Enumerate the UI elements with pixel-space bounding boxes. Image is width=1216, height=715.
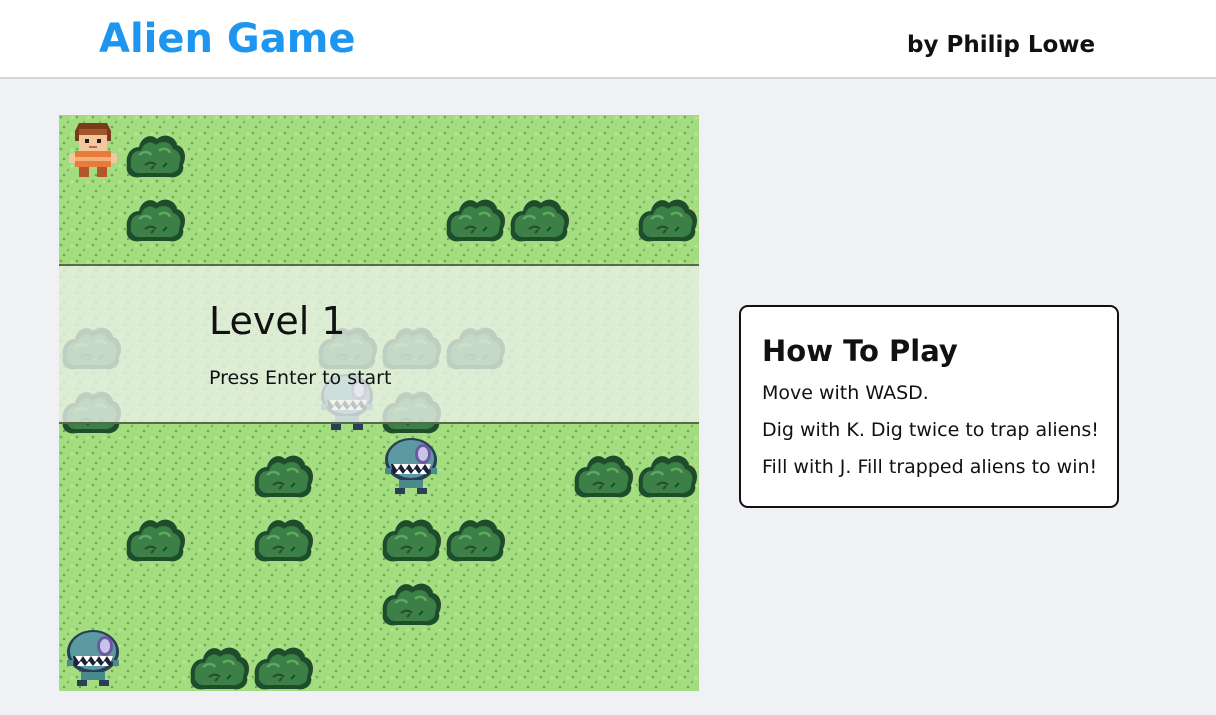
help-line-fill: Fill with J. Fill trapped aliens to win! — [762, 456, 1098, 478]
bush-icon — [187, 633, 251, 691]
level-title: Level 1 — [209, 299, 346, 343]
bush-icon — [379, 505, 443, 569]
bush-icon — [571, 441, 635, 505]
bush-icon — [379, 569, 443, 633]
help-line-dig: Dig with K. Dig twice to trap aliens! — [762, 419, 1099, 441]
alien-icon — [61, 626, 125, 690]
bush-icon — [123, 185, 187, 249]
bush-icon — [635, 185, 699, 249]
bush-icon — [123, 121, 187, 185]
bush-icon — [635, 441, 699, 505]
bush-icon — [251, 633, 315, 691]
site-title: Alien Game — [99, 16, 356, 62]
alien-icon — [379, 434, 443, 498]
level-start-overlay: Level 1 Press Enter to start — [59, 264, 699, 424]
player-icon — [61, 115, 125, 179]
game-board[interactable]: Level 1 Press Enter to start — [59, 115, 699, 691]
start-hint: Press Enter to start — [209, 367, 392, 389]
bush-icon — [507, 185, 571, 249]
page-header: Alien Game by Philip Lowe — [0, 0, 1216, 79]
bush-icon — [251, 505, 315, 569]
bush-icon — [251, 441, 315, 505]
author-byline: by Philip Lowe — [907, 32, 1096, 58]
bush-icon — [123, 505, 187, 569]
how-to-play-panel: How To Play Move with WASD. Dig with K. … — [739, 305, 1119, 508]
bush-icon — [443, 185, 507, 249]
help-line-move: Move with WASD. — [762, 382, 929, 404]
bush-icon — [443, 505, 507, 569]
help-title: How To Play — [762, 334, 958, 368]
